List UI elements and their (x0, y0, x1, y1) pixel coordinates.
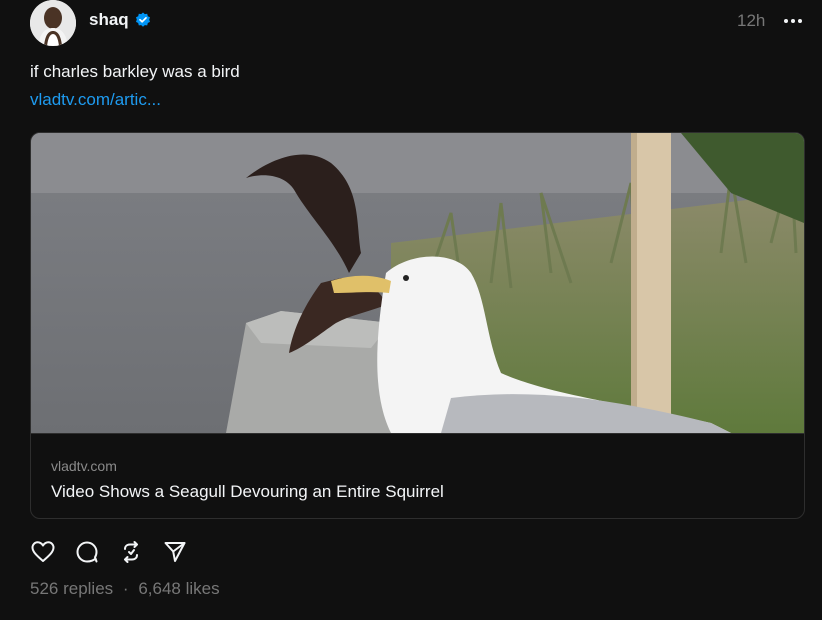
post-author[interactable]: shaq (89, 10, 151, 30)
post-caption: if charles barkley was a bird (30, 62, 240, 81)
post-actions (30, 538, 188, 566)
comment-bubble-icon (76, 541, 98, 563)
more-options-icon[interactable] (782, 10, 804, 32)
post-stats: 526 replies · 6,648 likes (30, 579, 220, 599)
like-button[interactable] (30, 539, 56, 565)
reply-button[interactable] (74, 539, 100, 565)
likes-count[interactable]: 6,648 likes (138, 579, 219, 598)
replies-count[interactable]: 526 replies (30, 579, 113, 598)
avatar-image (30, 0, 76, 46)
preview-image (31, 133, 804, 433)
share-send-icon (164, 542, 186, 562)
repost-icon (124, 541, 138, 563)
card-title[interactable]: Video Shows a Seagull Devouring an Entir… (51, 482, 444, 502)
link-preview-card[interactable]: vladtv.com Video Shows a Seagull Devouri… (30, 132, 805, 519)
stats-separator: · (122, 579, 129, 598)
post-link[interactable]: vladtv.com/artic... (30, 90, 161, 110)
repost-button[interactable] (118, 539, 144, 565)
share-button[interactable] (162, 539, 188, 565)
verified-badge-icon (135, 12, 150, 27)
author-name[interactable]: shaq (89, 10, 129, 30)
card-domain: vladtv.com (51, 458, 117, 474)
avatar[interactable] (30, 0, 76, 46)
post-timestamp[interactable]: 12h (737, 11, 765, 31)
heart-icon (31, 541, 55, 562)
card-divider (31, 433, 804, 434)
